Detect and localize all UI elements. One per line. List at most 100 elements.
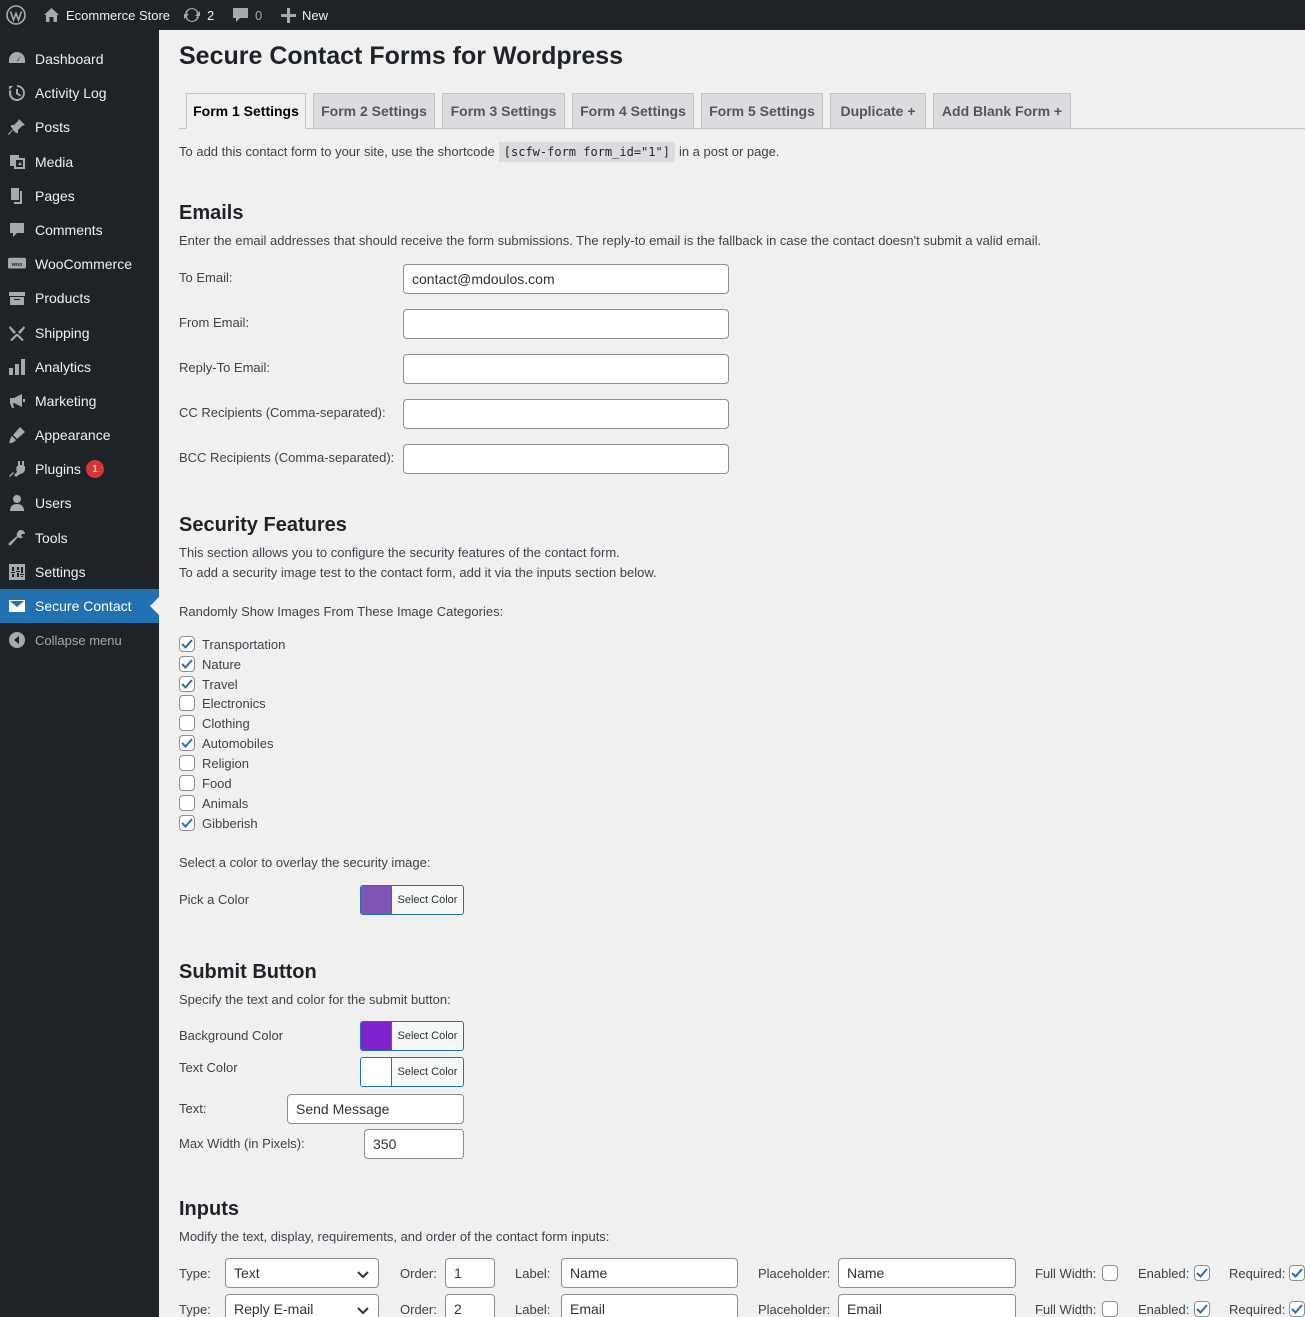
submit-button-description: Specify the text and color for the submi… xyxy=(179,992,451,1007)
comments-link[interactable]: 0 xyxy=(232,0,262,30)
sidebar-item-label: Pages xyxy=(35,188,75,204)
tab-form-3-settings[interactable]: Form 3 Settings xyxy=(442,93,565,129)
background-color-swatch xyxy=(361,1022,392,1050)
sidebar-item-plugins[interactable]: Plugins 1 xyxy=(0,452,159,486)
tab-form-5-settings[interactable]: Form 5 Settings xyxy=(701,93,823,129)
submit-button-heading: Submit Button xyxy=(179,961,317,983)
category-checkbox[interactable] xyxy=(179,775,195,791)
emails-description: Enter the email addresses that should re… xyxy=(179,233,1042,248)
category-electronics[interactable]: Electronics xyxy=(179,693,266,713)
category-religion[interactable]: Religion xyxy=(179,753,249,773)
category-transportation[interactable]: Transportation xyxy=(179,634,285,654)
sidebar-item-marketing[interactable]: Marketing xyxy=(0,384,159,418)
to-email-field[interactable]: contact@mdoulos.com xyxy=(403,264,729,294)
sidebar-item-label: Plugins xyxy=(35,461,81,477)
enabled-checkbox[interactable] xyxy=(1194,1265,1210,1281)
woo-icon: woo xyxy=(8,255,26,273)
required-checkbox[interactable] xyxy=(1289,1265,1305,1281)
enabled-label: Enabled: xyxy=(1138,1302,1190,1317)
sidebar-item-secure-contact[interactable]: Secure Contact xyxy=(0,589,159,623)
background-color-label: Background Color xyxy=(179,1028,284,1043)
input-label-field[interactable]: Name xyxy=(561,1258,738,1288)
pages-icon xyxy=(8,187,26,205)
tab-duplicate[interactable]: Duplicate + xyxy=(830,93,926,129)
sidebar-item-label: Marketing xyxy=(35,393,97,409)
sidebar-item-media[interactable]: Media xyxy=(0,145,159,179)
tab-form-1-settings[interactable]: Form 1 Settings xyxy=(186,93,306,129)
category-label: Animals xyxy=(202,795,249,811)
overlay-color-swatch xyxy=(361,886,392,914)
category-checkbox[interactable] xyxy=(179,695,195,711)
security-description-1: This section allows you to configure the… xyxy=(179,545,620,560)
input-placeholder-field[interactable]: Email xyxy=(838,1294,1016,1317)
sidebar-item-activity-log[interactable]: Activity Log xyxy=(0,76,159,110)
tab-add-blank-form[interactable]: Add Blank Form + xyxy=(933,93,1071,129)
category-nature[interactable]: Nature xyxy=(179,654,241,674)
category-automobiles[interactable]: Automobiles xyxy=(179,733,274,753)
category-checkbox[interactable] xyxy=(179,755,195,771)
bcc-recipients-field[interactable] xyxy=(403,444,729,474)
category-clothing[interactable]: Clothing xyxy=(179,713,250,733)
category-checkbox[interactable] xyxy=(179,636,195,652)
category-travel[interactable]: Travel xyxy=(179,674,238,694)
input-label-field[interactable]: Email xyxy=(561,1294,738,1317)
input-order-field[interactable]: 1 xyxy=(445,1258,495,1288)
input-type-select[interactable]: Text xyxy=(225,1258,379,1288)
background-color-picker[interactable]: Select Color xyxy=(360,1021,464,1051)
reply-to-email-label: Reply-To Email: xyxy=(179,360,271,375)
sidebar-item-dashboard[interactable]: Dashboard xyxy=(0,42,159,76)
sidebar-item-settings[interactable]: Settings xyxy=(0,555,159,589)
tab-form-2-settings[interactable]: Form 2 Settings xyxy=(313,93,435,129)
sidebar-item-comments[interactable]: Comments xyxy=(0,213,159,247)
sidebar-item-shipping[interactable]: Shipping xyxy=(0,316,159,350)
sidebar-item-woocommerce[interactable]: woo WooCommerce xyxy=(0,247,159,281)
sidebar-item-label: Posts xyxy=(35,119,71,135)
user-icon xyxy=(8,494,26,512)
sidebar-item-pages[interactable]: Pages xyxy=(0,179,159,213)
comment-bubble-icon xyxy=(233,8,248,22)
sidebar-item-appearance[interactable]: Appearance xyxy=(0,418,159,452)
shipping-icon xyxy=(8,324,26,342)
checkmark-icon xyxy=(181,639,193,649)
enabled-checkbox[interactable] xyxy=(1194,1301,1210,1317)
new-content-link[interactable]: New xyxy=(281,0,328,30)
checkmark-icon xyxy=(1196,1304,1208,1314)
input-order-field[interactable]: 2 xyxy=(445,1294,495,1317)
category-checkbox[interactable] xyxy=(179,715,195,731)
cc-recipients-field[interactable] xyxy=(403,399,729,429)
collapse-menu-button[interactable]: Collapse menu xyxy=(0,623,159,657)
category-gibberish[interactable]: Gibberish xyxy=(179,813,258,833)
full-width-checkbox[interactable] xyxy=(1102,1265,1118,1281)
category-checkbox[interactable] xyxy=(179,676,195,692)
sidebar-item-products[interactable]: Products xyxy=(0,281,159,315)
site-name-link[interactable]: Ecommerce Store xyxy=(43,0,170,30)
sidebar-item-label: Users xyxy=(35,495,72,511)
sidebar-item-tools[interactable]: Tools xyxy=(0,521,159,555)
category-checkbox[interactable] xyxy=(179,656,195,672)
admin-sidebar: Dashboard Activity Log Posts Media Pages… xyxy=(0,30,159,1317)
category-checkbox[interactable] xyxy=(179,735,195,751)
category-checkbox[interactable] xyxy=(179,795,195,811)
sidebar-item-posts[interactable]: Posts xyxy=(0,110,159,144)
overlay-color-picker[interactable]: Select Color xyxy=(360,885,464,915)
category-food[interactable]: Food xyxy=(179,773,232,793)
submit-text-field[interactable]: Send Message xyxy=(287,1094,464,1124)
max-width-field[interactable]: 350 xyxy=(364,1129,464,1159)
category-checkbox[interactable] xyxy=(179,815,195,831)
tab-form-4-settings[interactable]: Form 4 Settings xyxy=(572,93,694,129)
sidebar-item-analytics[interactable]: Analytics xyxy=(0,350,159,384)
full-width-checkbox[interactable] xyxy=(1102,1301,1118,1317)
admin-bar: Ecommerce Store 2 0 New xyxy=(0,0,1305,30)
input-type-select[interactable]: Reply E-mail xyxy=(225,1294,379,1317)
text-color-picker[interactable]: Select Color xyxy=(360,1057,464,1087)
reply-to-email-field[interactable] xyxy=(403,354,729,384)
required-checkbox[interactable] xyxy=(1289,1301,1305,1317)
wordpress-logo-icon[interactable] xyxy=(6,0,26,30)
from-email-label: From Email: xyxy=(179,315,250,330)
order-label: Order: xyxy=(400,1302,437,1317)
sidebar-item-users[interactable]: Users xyxy=(0,486,159,520)
input-placeholder-field[interactable]: Name xyxy=(838,1258,1016,1288)
category-animals[interactable]: Animals xyxy=(179,793,248,813)
updates-link[interactable]: 2 xyxy=(183,0,214,30)
from-email-field[interactable] xyxy=(403,309,729,339)
